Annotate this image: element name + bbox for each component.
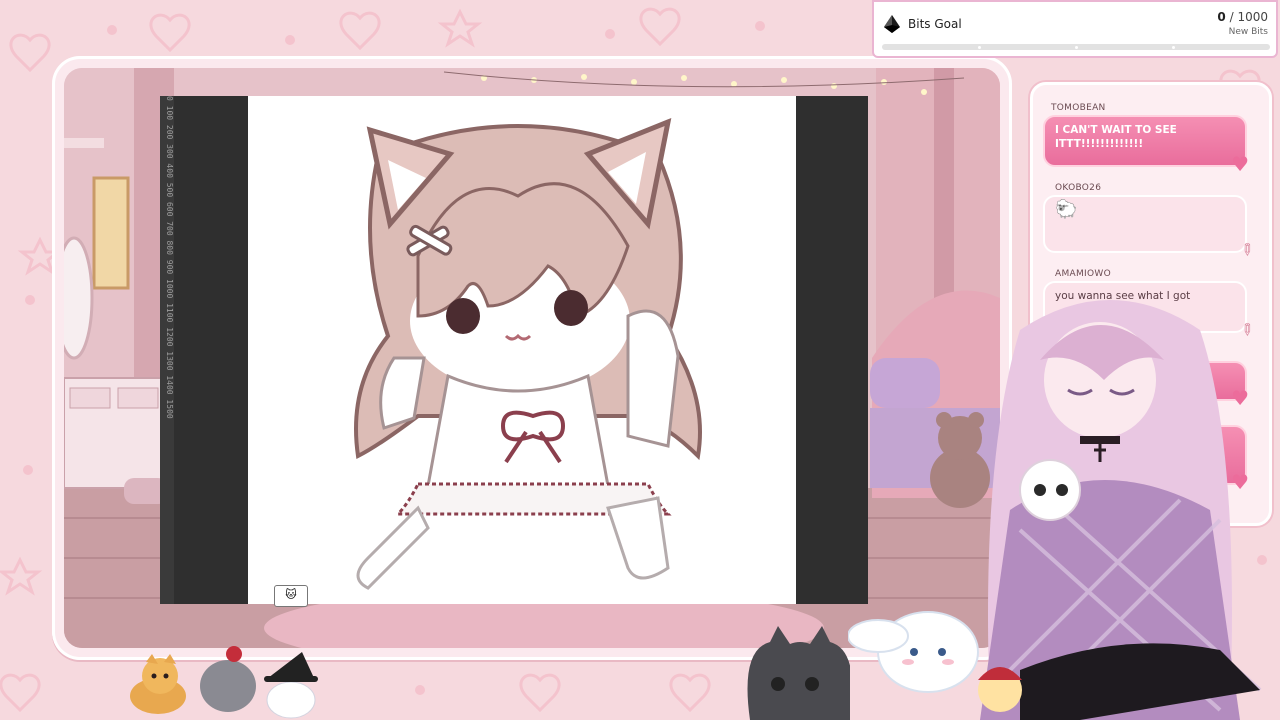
small-chibi-mascot-icon bbox=[978, 667, 1022, 712]
witch-ghost-mascot-icon bbox=[264, 652, 318, 719]
progress-tick bbox=[1075, 46, 1078, 49]
chat-message-text: I CAN'T WAIT TO SEE ITTT!!!!!!!!!!!!! bbox=[1055, 124, 1177, 150]
heart-icon: ♥ bbox=[1231, 152, 1249, 176]
progress-tick bbox=[978, 46, 981, 49]
bits-gem-icon bbox=[884, 15, 900, 33]
chat-username: OKOBO26 bbox=[1055, 183, 1102, 193]
black-cat-mascot-icon bbox=[747, 626, 850, 720]
bits-goal-title: Bits Goal bbox=[908, 17, 962, 31]
bits-current: 0 bbox=[1217, 10, 1226, 24]
cinnamoroll-plush-icon bbox=[848, 611, 979, 693]
vtuber-avatar bbox=[960, 290, 1280, 720]
bits-goal-count: 0 / 1000 bbox=[1217, 10, 1268, 24]
chat-username: TOMOBEAN bbox=[1051, 103, 1106, 113]
shiba-mascot-icon bbox=[130, 654, 186, 714]
vertical-ruler: 0 100 200 300 400 500 600 700 800 900 10… bbox=[160, 96, 174, 604]
chat-username: AMAMIOWO bbox=[1055, 269, 1111, 279]
layer-thumbnail[interactable]: 🐱 bbox=[274, 585, 308, 607]
progress-tick bbox=[1172, 46, 1175, 49]
chat-message: I CAN'T WAIT TO SEE ITTT!!!!!!!!!!!!! ♥ bbox=[1043, 115, 1249, 174]
chibi-sketch bbox=[354, 117, 702, 590]
chat-message: 🐑 ✎ bbox=[1043, 195, 1258, 261]
bits-goal-widget: Bits Goal 0 / 1000 New Bits bbox=[872, 0, 1278, 58]
bits-total: / 1000 bbox=[1229, 10, 1268, 24]
gray-cat-mascot-icon bbox=[200, 646, 256, 712]
syringe-icon: ✎ bbox=[1235, 238, 1259, 262]
drawing-canvas[interactable] bbox=[248, 96, 796, 604]
bits-goal-subtitle: New Bits bbox=[1228, 27, 1268, 37]
emote-icon: 🐑 bbox=[1055, 199, 1078, 220]
